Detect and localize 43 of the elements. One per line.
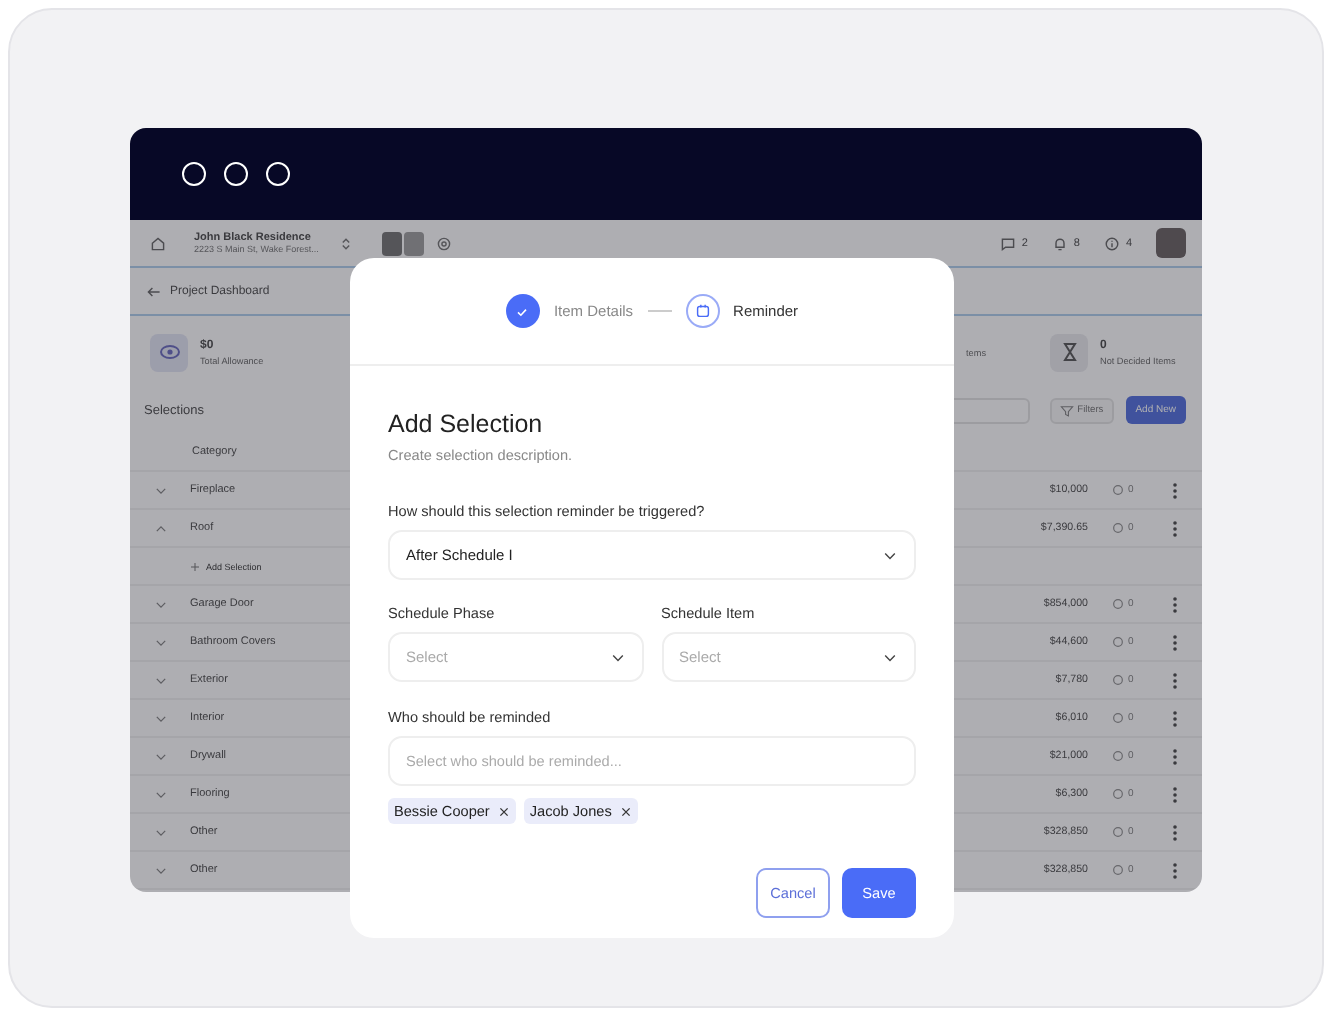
close-icon[interactable] [619,805,632,817]
chevron-down-icon[interactable] [153,825,167,839]
more-options-icon[interactable] [1172,747,1178,765]
more-options-icon[interactable] [1172,709,1178,727]
more-options-icon[interactable] [1172,785,1178,803]
window-control-icon[interactable] [266,162,290,186]
chevron-down-icon [609,649,625,665]
chevron-down-icon[interactable] [153,863,167,877]
bell-icon[interactable] [1051,235,1068,251]
chevron-down-icon[interactable] [153,483,167,497]
chat-icon[interactable] [999,235,1016,251]
photo-placeholder [382,231,402,255]
more-options-icon[interactable] [1172,595,1178,613]
chevron-down-icon [882,649,898,665]
more-options-icon[interactable] [1172,861,1178,879]
more-options-icon[interactable] [1172,481,1178,499]
eye-icon [150,333,188,371]
more-options-icon[interactable] [1172,633,1178,651]
chevron-down-icon[interactable] [153,749,167,763]
home-icon[interactable] [150,235,166,251]
chevron-down-icon[interactable] [153,787,167,801]
window-control-icon[interactable] [224,162,248,186]
chevron-down-icon[interactable] [153,711,167,725]
more-options-icon[interactable] [1172,823,1178,841]
more-options-icon[interactable] [1172,519,1178,537]
hourglass-icon [1050,333,1088,371]
user-avatar[interactable] [1156,228,1186,258]
more-options-icon[interactable] [1172,671,1178,689]
filter-icon [1059,403,1074,417]
chevron-up-icon[interactable] [153,521,167,535]
chevron-down-icon[interactable] [153,673,167,687]
plus-icon [190,561,200,571]
info-icon[interactable] [1103,235,1120,251]
settings-icon[interactable] [436,235,452,251]
window-control-icon[interactable] [182,162,206,186]
chevron-down-icon[interactable] [153,597,167,611]
chevron-down-icon[interactable] [153,635,167,649]
back-arrow-icon[interactable] [146,283,162,299]
dialog-title: Add Selection [388,410,545,438]
chevron-up-down-icon[interactable] [338,235,354,251]
close-icon[interactable] [497,805,510,817]
chevron-down-icon [882,547,898,563]
photo-placeholder [404,231,424,255]
